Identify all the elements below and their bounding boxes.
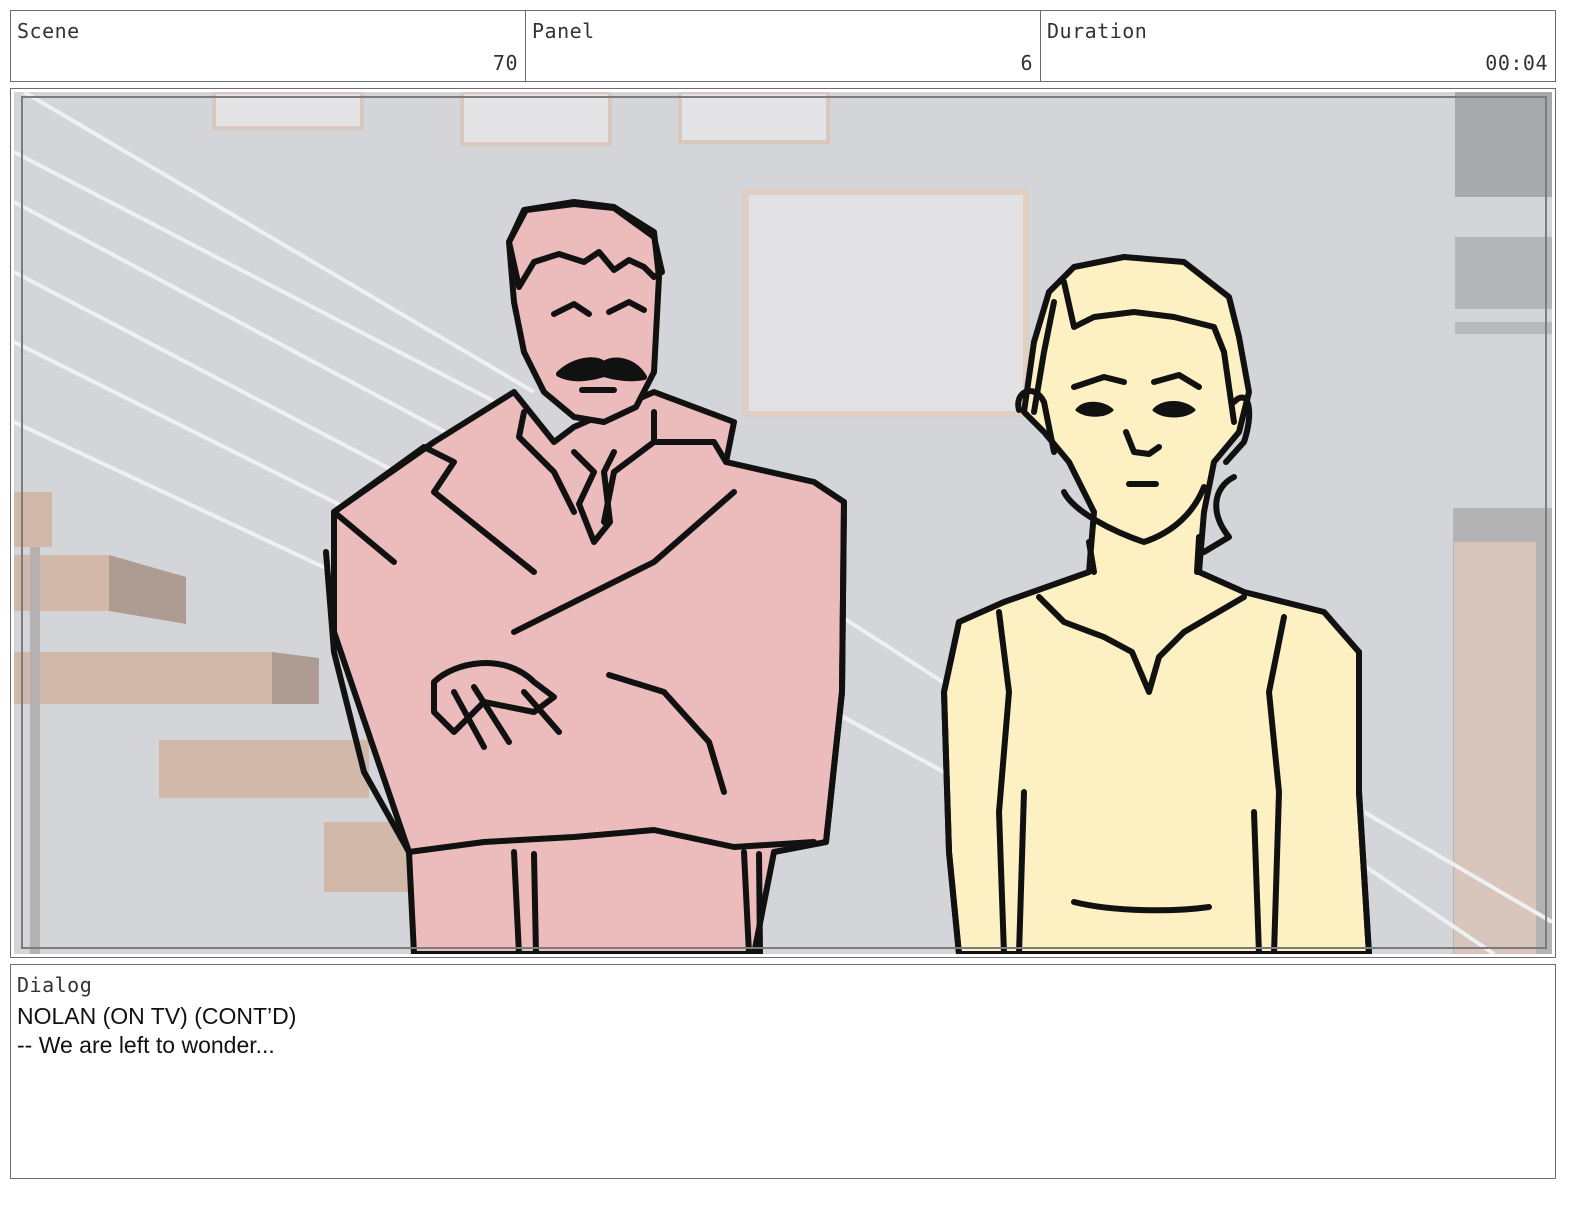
dialog-speaker: NOLAN (ON TV) (CONT’D) <box>17 1003 297 1029</box>
panel-cell: Panel 6 <box>526 11 1041 81</box>
dialog-box: Dialog NOLAN (ON TV) (CONT’D) -- We are … <box>10 964 1556 1179</box>
duration-cell: Duration 00:04 <box>1041 11 1555 81</box>
storyboard-drawing <box>14 92 1552 954</box>
dialog-line: -- We are left to wonder... <box>17 1032 275 1058</box>
storyboard-frame <box>10 88 1556 958</box>
panel-number: 6 <box>1020 51 1033 75</box>
scene-number: 70 <box>492 51 518 75</box>
duration-label: Duration <box>1047 19 1148 43</box>
scene-label: Scene <box>17 19 80 43</box>
panel-info-bar: Scene 70 Panel 6 Duration 00:04 <box>10 10 1556 82</box>
duration-value: 00:04 <box>1485 51 1548 75</box>
dialog-label: Dialog <box>17 973 93 997</box>
panel-label: Panel <box>532 19 595 43</box>
scene-cell: Scene 70 <box>11 11 526 81</box>
